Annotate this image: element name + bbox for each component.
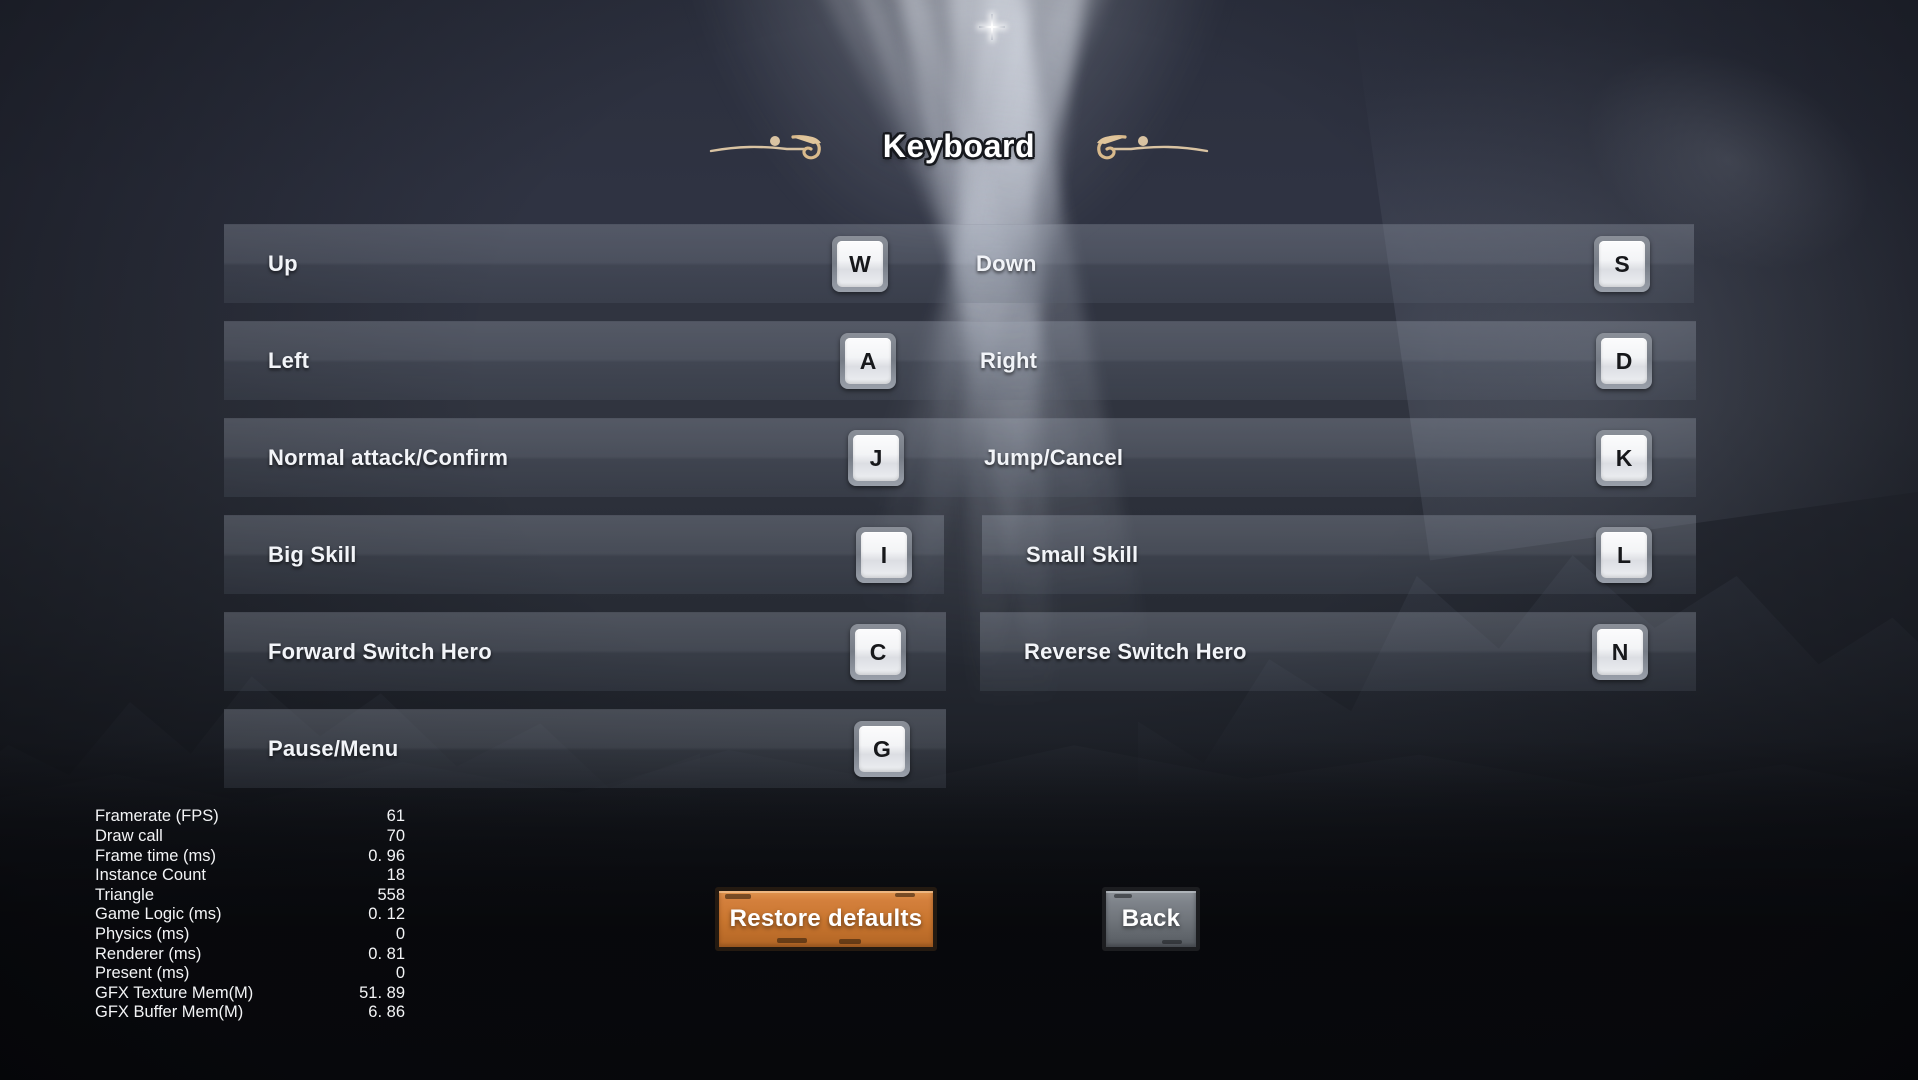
perf-stat-value: 70: [386, 827, 405, 846]
binding-forward-switch-hero[interactable]: Forward Switch Hero C: [224, 612, 946, 691]
perf-stat-row: Draw call 70: [95, 827, 405, 847]
keycap-button[interactable]: A: [840, 333, 896, 389]
binding-label: Small Skill: [1026, 542, 1139, 567]
keycap-button[interactable]: K: [1596, 430, 1652, 486]
binding-row: Normal attack/Confirm J Jump/Cancel K: [0, 418, 1918, 497]
binding-right[interactable]: Right D: [936, 321, 1696, 400]
perf-stat-row: Instance Count 18: [95, 866, 405, 886]
flourish-ornament-right-icon: [1053, 129, 1209, 163]
binding-label: Down: [976, 251, 1037, 276]
binding-label: Forward Switch Hero: [268, 639, 492, 664]
binding-jump-cancel[interactable]: Jump/Cancel K: [940, 418, 1696, 497]
binding-down[interactable]: Down S: [932, 224, 1694, 303]
binding-label: Left: [268, 348, 310, 373]
keycap-letter: K: [1615, 444, 1633, 471]
binding-row: Left A Right D: [0, 321, 1918, 400]
back-label: Back: [1121, 905, 1181, 932]
binding-label: Big Skill: [268, 542, 357, 567]
keycap-letter: L: [1616, 541, 1632, 568]
keycap-letter: A: [859, 347, 877, 374]
action-button-bar: Restore defaults Back: [0, 887, 1918, 967]
page-title-bar: Keyboard: [0, 122, 1918, 170]
perf-stat-value: 0: [395, 964, 405, 983]
perf-stat-label: Instance Count: [95, 866, 206, 885]
keycap-letter: N: [1611, 638, 1629, 665]
keycap-button[interactable]: I: [856, 527, 912, 583]
binding-row: Pause/Menu G: [0, 709, 1918, 788]
keycap-button[interactable]: L: [1596, 527, 1652, 583]
perf-stat-label: Draw call: [95, 827, 163, 846]
perf-stat-label: Present (ms): [95, 964, 190, 983]
binding-label: Right: [980, 348, 1038, 373]
binding-row: Forward Switch Hero C Reverse Switch Her…: [0, 612, 1918, 691]
key-binding-list: Up W Down S Left A Right D Normal attack…: [0, 224, 1918, 806]
perf-stat-row: Frame time (ms) 0. 96: [95, 847, 405, 867]
perf-stat-value: 61: [386, 807, 405, 826]
perf-stat-label: Frame time (ms): [95, 846, 216, 865]
binding-label: Reverse Switch Hero: [1024, 639, 1247, 664]
keycap-button[interactable]: J: [848, 430, 904, 486]
flourish-ornament-left-icon: [709, 129, 865, 163]
keycap-letter: S: [1614, 250, 1630, 277]
binding-small-skill[interactable]: Small Skill L: [982, 515, 1696, 594]
restore-defaults-button[interactable]: Restore defaults: [715, 887, 937, 951]
binding-label: Pause/Menu: [268, 736, 399, 761]
restore-defaults-label: Restore defaults: [729, 905, 923, 932]
binding-label: Up: [268, 251, 298, 276]
binding-label: Normal attack/Confirm: [268, 445, 509, 470]
binding-row: Up W Down S: [0, 224, 1918, 303]
perf-stat-label: GFX Buffer Mem(M): [95, 1003, 244, 1022]
back-button[interactable]: Back: [1102, 887, 1200, 951]
binding-normal-attack[interactable]: Normal attack/Confirm J: [224, 418, 940, 497]
keycap-letter: W: [849, 250, 871, 277]
binding-pause-menu[interactable]: Pause/Menu G: [224, 709, 946, 788]
keycap-letter: I: [880, 541, 888, 568]
perf-stat-value: 6. 86: [368, 1003, 405, 1022]
binding-label: Jump/Cancel: [984, 445, 1124, 470]
perf-stat-row: Framerate (FPS) 61: [95, 807, 405, 827]
keycap-button[interactable]: G: [854, 721, 910, 777]
keycap-letter: J: [869, 444, 883, 471]
page-title: Keyboard: [882, 127, 1036, 164]
binding-big-skill[interactable]: Big Skill I: [224, 515, 944, 594]
perf-stat-label: Framerate (FPS): [95, 807, 219, 826]
keycap-letter: D: [1615, 347, 1633, 374]
binding-up[interactable]: Up W: [224, 224, 932, 303]
keycap-letter: C: [869, 638, 887, 665]
perf-stat-value: 18: [386, 866, 405, 885]
perf-stat-value: 51. 89: [359, 983, 405, 1002]
keycap-letter: G: [873, 735, 891, 762]
keycap-button[interactable]: W: [832, 236, 888, 292]
binding-reverse-switch-hero[interactable]: Reverse Switch Hero N: [980, 612, 1696, 691]
binding-left[interactable]: Left A: [224, 321, 936, 400]
keycap-button[interactable]: D: [1596, 333, 1652, 389]
perf-stat-row: Present (ms) 0: [95, 964, 405, 984]
perf-stat-label: GFX Texture Mem(M): [95, 983, 254, 1002]
perf-stat-row: GFX Buffer Mem(M) 6. 86: [95, 1003, 405, 1023]
keycap-button[interactable]: N: [1592, 624, 1648, 680]
keycap-button[interactable]: C: [850, 624, 906, 680]
keycap-button[interactable]: S: [1594, 236, 1650, 292]
perf-stat-value: 0. 96: [368, 846, 405, 865]
perf-stat-row: GFX Texture Mem(M) 51. 89: [95, 984, 405, 1004]
binding-row: Big Skill I Small Skill L: [0, 515, 1918, 594]
